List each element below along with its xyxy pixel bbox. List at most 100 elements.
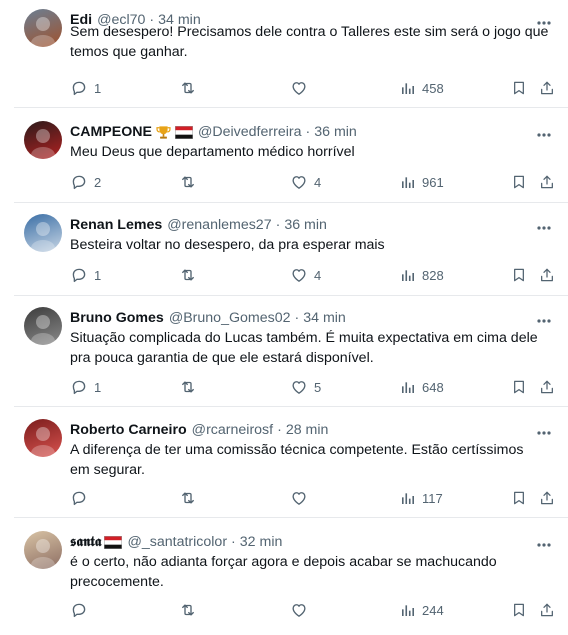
reply-button[interactable]: 2: [70, 172, 101, 192]
tweet-header: 𝖘𝖆𝖓𝖙𝖆 @_santatricolor · 32 min: [70, 532, 282, 552]
display-name[interactable]: Bruno Gomes: [70, 310, 164, 326]
tweet-text: Situação complicada do Lucas também. É m…: [70, 328, 550, 368]
separator-dot: ·: [275, 217, 281, 233]
retweet-icon: [178, 266, 198, 284]
user-handle[interactable]: @_santatricolor: [127, 534, 227, 550]
retweet-icon: [178, 173, 198, 191]
like-icon: [290, 79, 308, 97]
reply-icon: [70, 601, 88, 619]
more-options-icon[interactable]: [536, 313, 552, 323]
retweet-icon: [178, 489, 198, 507]
tweet-actions: 244: [70, 600, 560, 620]
tweet-text: Meu Deus que departamento médico horríve…: [70, 142, 550, 162]
retweet-button[interactable]: [178, 78, 204, 98]
share-button[interactable]: [539, 488, 555, 508]
retweet-button[interactable]: [178, 172, 204, 192]
like-button[interactable]: [290, 488, 314, 508]
more-options-icon[interactable]: [536, 127, 552, 137]
more-options-icon[interactable]: [536, 425, 552, 435]
separator-dot: ·: [294, 310, 300, 326]
bookmark-button[interactable]: [511, 377, 527, 397]
more-options-icon[interactable]: [536, 537, 552, 547]
bookmark-button[interactable]: [511, 600, 527, 620]
like-button[interactable]: 4: [290, 172, 321, 192]
bookmark-button[interactable]: [511, 488, 527, 508]
share-button[interactable]: [539, 265, 555, 285]
like-button[interactable]: [290, 78, 314, 98]
views-button[interactable]: 117: [400, 488, 443, 508]
like-count: 4: [314, 267, 322, 283]
bookmark-button[interactable]: [511, 265, 527, 285]
views-icon: [400, 173, 416, 191]
avatar[interactable]: [24, 307, 62, 345]
tweet-actions: 117: [70, 488, 560, 508]
reply-button[interactable]: [70, 600, 94, 620]
retweet-button[interactable]: [178, 377, 204, 397]
like-icon: [290, 601, 308, 619]
tweet-text-line: Situação complicada do Lucas também. É m…: [70, 330, 538, 346]
share-icon: [539, 601, 555, 619]
reply-count: 2: [94, 174, 102, 190]
share-button[interactable]: [539, 78, 555, 98]
divider: [14, 107, 568, 108]
bookmark-icon: [511, 173, 527, 191]
timestamp[interactable]: 36 min: [284, 217, 327, 233]
views-button[interactable]: 244: [400, 600, 444, 620]
share-icon: [539, 173, 555, 191]
more-options-icon[interactable]: [536, 220, 552, 230]
timestamp[interactable]: 28 min: [286, 422, 329, 438]
share-button[interactable]: [539, 600, 555, 620]
avatar[interactable]: [24, 419, 62, 457]
display-name[interactable]: CAMPEONE: [70, 124, 152, 140]
user-handle[interactable]: @rcarneirosf: [192, 422, 273, 438]
divider: [14, 295, 568, 296]
tweet-text: Besteira voltar no desespero, da pra esp…: [70, 235, 550, 255]
timestamp[interactable]: 36 min: [314, 124, 357, 140]
reply-button[interactable]: 1: [70, 265, 101, 285]
reply-button[interactable]: 1: [70, 377, 101, 397]
display-name[interactable]: Renan Lemes: [70, 217, 162, 233]
reply-button[interactable]: 1: [70, 78, 101, 98]
separator-dot: ·: [231, 534, 236, 550]
display-name[interactable]: 𝖘𝖆𝖓𝖙𝖆: [70, 534, 101, 550]
like-button[interactable]: [290, 600, 314, 620]
tweet-text: A diferença de ter uma comissão técnica …: [70, 440, 550, 480]
timestamp[interactable]: 34 min: [303, 310, 346, 326]
flag-icon: [174, 125, 193, 139]
timestamp[interactable]: 32 min: [240, 534, 283, 550]
avatar[interactable]: [24, 531, 62, 569]
retweet-button[interactable]: [178, 265, 204, 285]
share-button[interactable]: [539, 377, 555, 397]
like-icon: [290, 489, 308, 507]
tweet-actions: 1 4 828: [70, 265, 560, 285]
retweet-button[interactable]: [178, 488, 204, 508]
retweet-button[interactable]: [178, 600, 204, 620]
reply-button[interactable]: [70, 488, 94, 508]
user-handle[interactable]: @Deivedferreira: [198, 124, 302, 140]
tweet-text-line: temos que ganhar.: [70, 44, 188, 60]
views-count: 961: [422, 174, 444, 190]
tweet-actions: 2 4 961: [70, 172, 560, 192]
like-button[interactable]: 4: [290, 265, 321, 285]
user-handle[interactable]: @renanlemes27: [167, 217, 271, 233]
views-button[interactable]: 648: [400, 377, 444, 397]
bookmark-button[interactable]: [511, 172, 527, 192]
trophy-icon: [155, 125, 172, 140]
views-icon: [400, 266, 416, 284]
share-button[interactable]: [539, 172, 555, 192]
views-button[interactable]: 458: [400, 78, 444, 98]
like-button[interactable]: 5: [290, 377, 321, 397]
avatar[interactable]: [24, 121, 62, 159]
bookmark-button[interactable]: [511, 78, 527, 98]
user-handle[interactable]: @Bruno_Gomes02: [169, 310, 291, 326]
avatar[interactable]: [24, 214, 62, 252]
views-count: 117: [422, 490, 443, 506]
avatar[interactable]: [24, 9, 62, 47]
tweet-text: é o certo, não adianta forçar agora e de…: [70, 552, 550, 592]
views-button[interactable]: 828: [400, 265, 444, 285]
views-icon: [400, 378, 416, 396]
views-button[interactable]: 961: [400, 172, 444, 192]
retweet-icon: [178, 79, 198, 97]
tweet-text-line: é o certo, não adianta forçar agora e de…: [70, 554, 497, 570]
display-name[interactable]: Roberto Carneiro: [70, 422, 187, 438]
